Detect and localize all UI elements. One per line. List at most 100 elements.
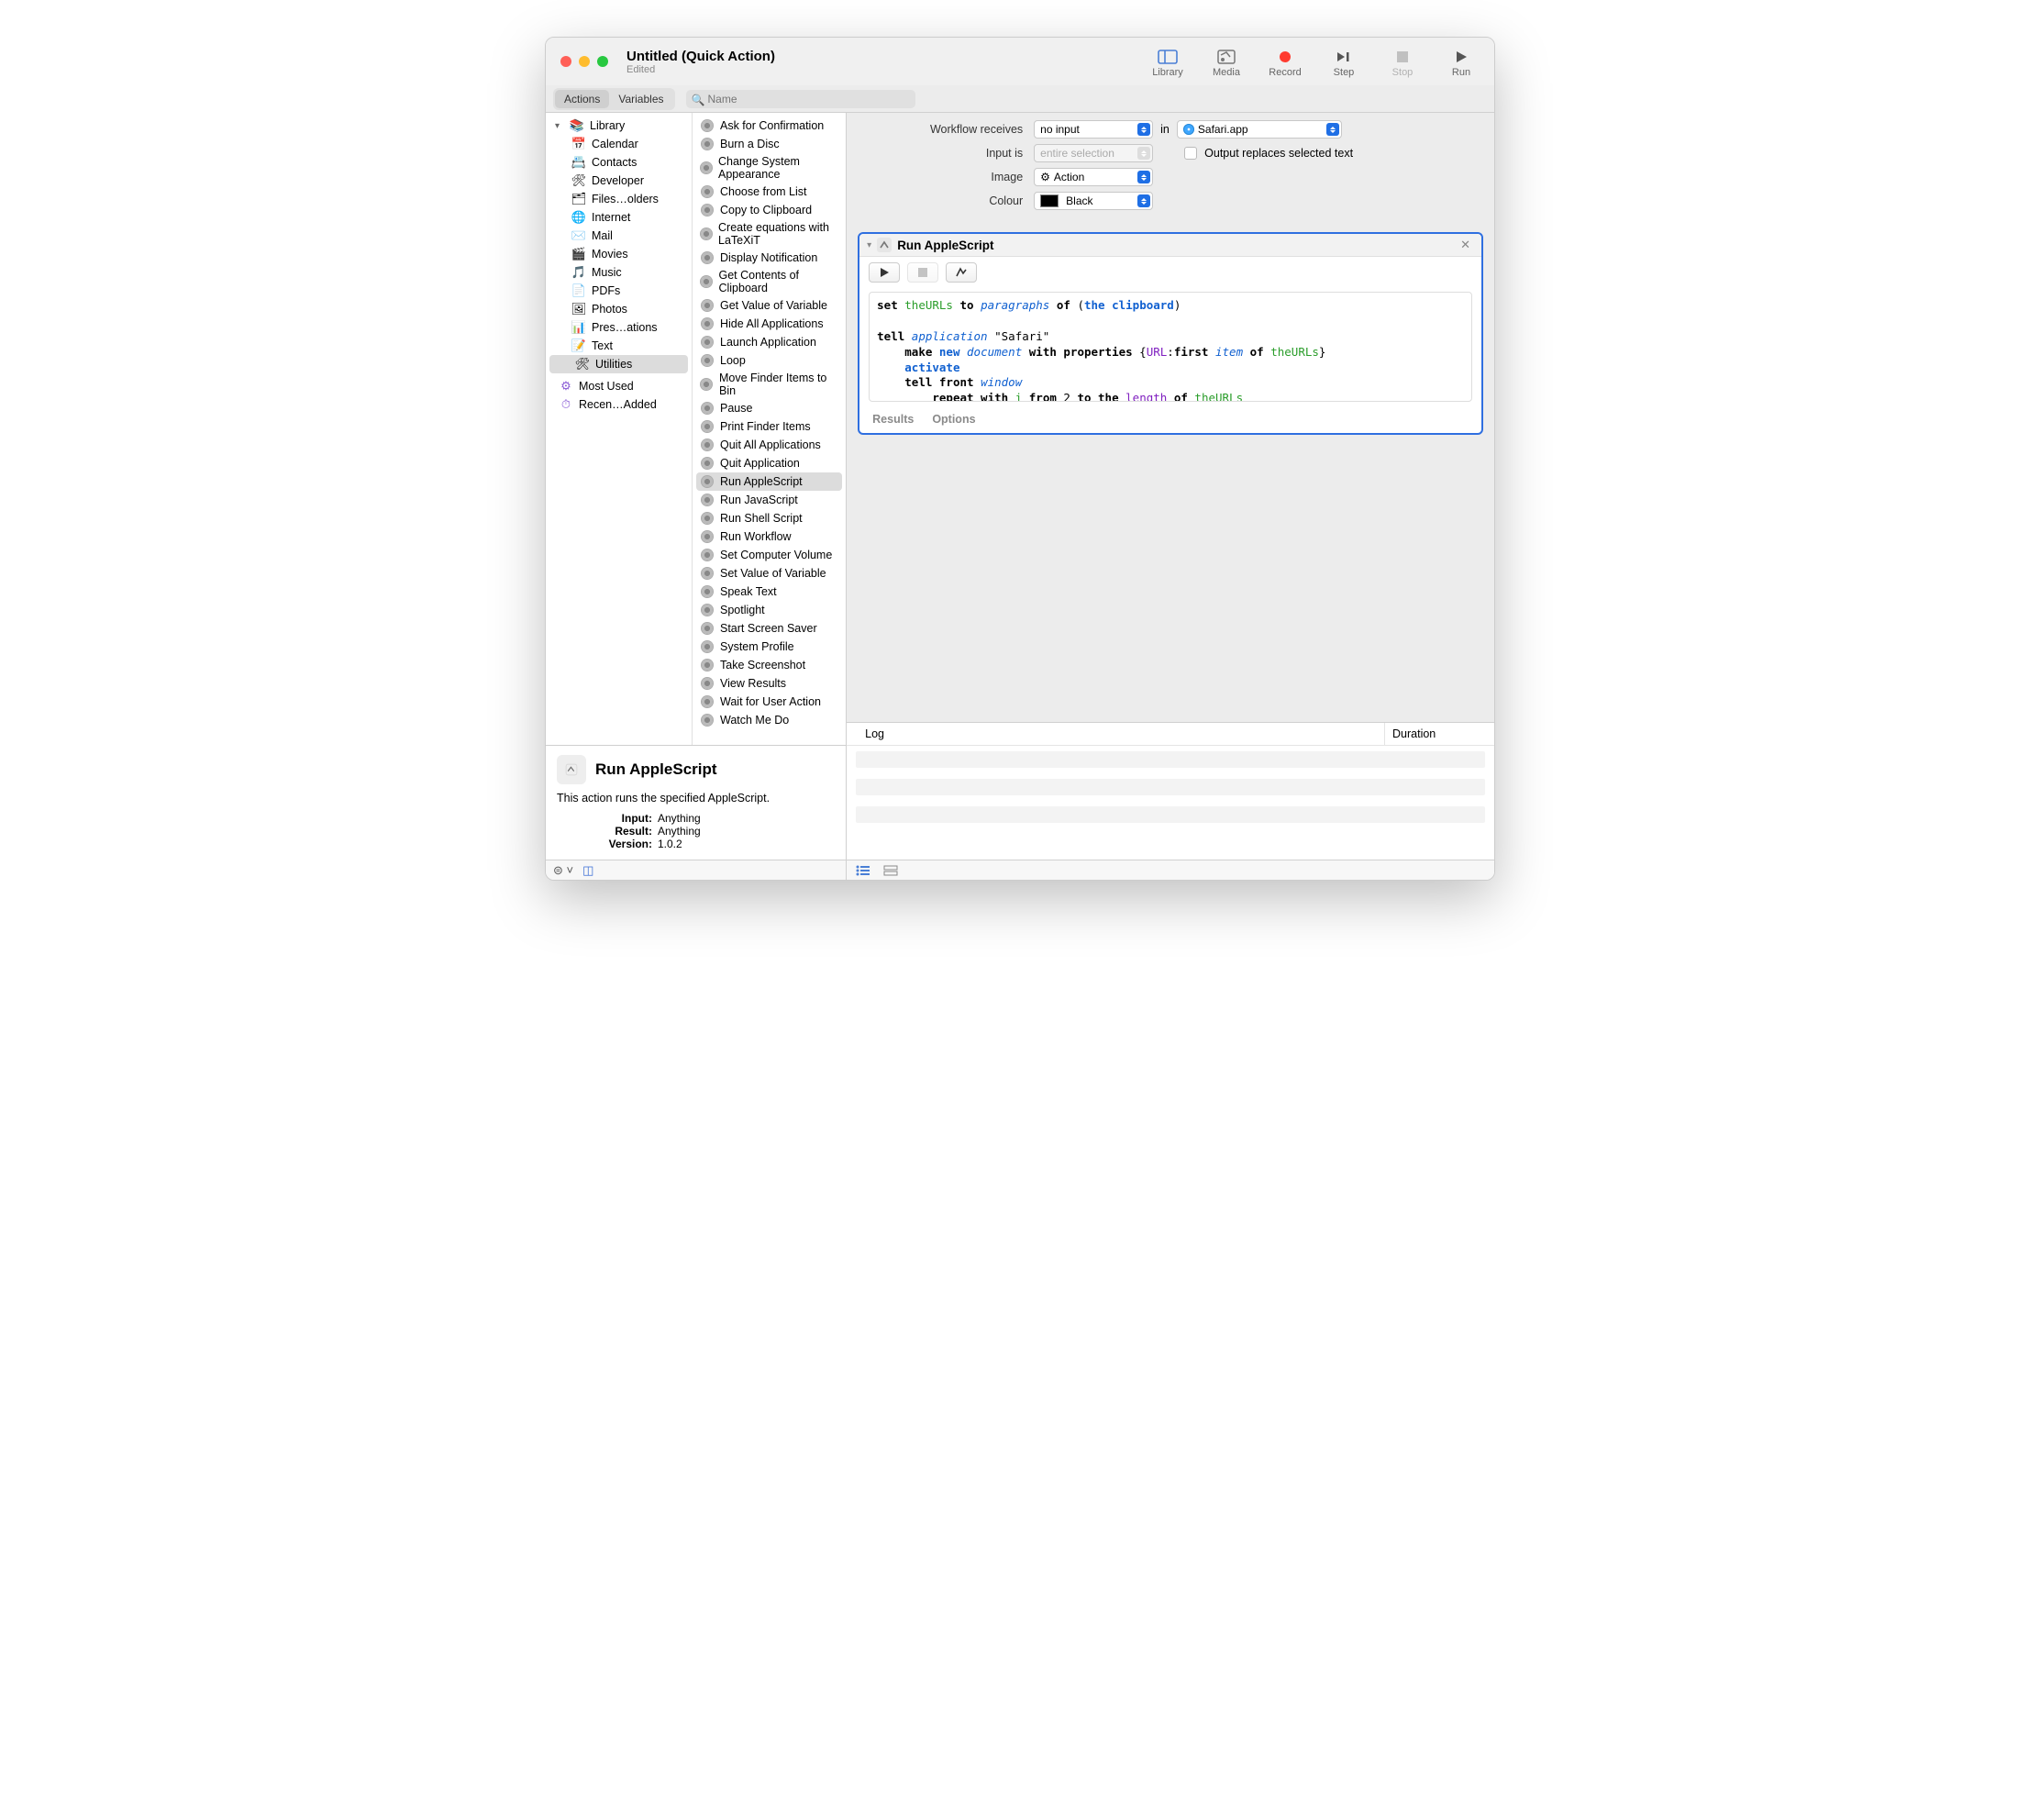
smart-folder-item[interactable]: ⏱Recen…Added [546,395,692,414]
category-item[interactable]: 📊Pres…ations [546,318,692,337]
action-item[interactable]: Get Contents of Clipboard [693,267,846,296]
category-item[interactable]: 📅Calendar [546,135,692,153]
workflow-canvas[interactable]: ▾ Run AppleScript ✕ set theURLs to parag… [847,225,1494,722]
zoom-window-button[interactable] [597,56,608,67]
action-item[interactable]: Start Screen Saver [693,619,846,638]
action-item[interactable]: View Results [693,674,846,693]
script-editor[interactable]: set theURLs to paragraphs of (the clipbo… [869,292,1472,402]
search-field[interactable]: 🔍 [686,90,915,108]
category-item[interactable]: 🛠Utilities [549,355,688,373]
category-item[interactable]: 📄PDFs [546,282,692,300]
run-script-button[interactable] [869,262,900,283]
step-icon [1334,49,1354,65]
in-app-select[interactable]: Safari.app [1177,120,1342,139]
action-item[interactable]: Burn a Disc [693,135,846,153]
action-label: Pause [720,402,752,415]
action-item[interactable]: Launch Application [693,333,846,351]
action-item[interactable]: Set Value of Variable [693,564,846,583]
category-icon: ✉️ [571,228,586,243]
settings-popup-button[interactable]: ⊜ ˅ [553,863,573,878]
options-tab[interactable]: Options [932,413,975,426]
minimize-window-button[interactable] [579,56,590,67]
action-item[interactable]: Create equations with LaTeXiT [693,219,846,249]
action-item[interactable]: Move Finder Items to Bin [693,370,846,399]
action-item[interactable]: Quit All Applications [693,436,846,454]
log-col-log[interactable]: Log [847,723,1384,745]
action-item[interactable]: Hide All Applications [693,315,846,333]
action-label: Run JavaScript [720,494,798,506]
action-item[interactable]: Ask for Confirmation [693,117,846,135]
stop-toolbar-button[interactable]: Stop [1384,49,1421,78]
workflow-header: Workflow receives no input in Safari.app… [847,113,1494,225]
action-label: Quit Application [720,457,800,470]
receives-select[interactable]: no input [1034,120,1153,139]
action-item[interactable]: Display Notification [693,249,846,267]
segment-variables[interactable]: Variables [609,90,672,108]
close-icon[interactable]: ✕ [1457,238,1474,252]
list-view-button[interactable] [856,865,870,876]
action-item[interactable]: Print Finder Items [693,417,846,436]
action-icon [700,353,715,368]
action-item[interactable]: Speak Text [693,583,846,601]
category-list[interactable]: ▾ 📚 Library 📅Calendar📇Contacts🛠Developer… [546,113,693,745]
category-icon: 📅 [571,137,586,151]
toolbar-label: Run [1452,67,1470,78]
action-item[interactable]: Copy to Clipboard [693,201,846,219]
info-result-val: Anything [658,825,701,838]
category-item[interactable]: 📇Contacts [546,153,692,172]
info-result-key: Result: [557,825,658,838]
action-item[interactable]: Watch Me Do [693,711,846,729]
category-item[interactable]: 🛠Developer [546,172,692,190]
action-item[interactable]: Run Workflow [693,527,846,546]
action-item[interactable]: System Profile [693,638,846,656]
log-col-duration[interactable]: Duration [1384,723,1494,745]
library-toolbar-button[interactable]: Library [1149,49,1186,78]
action-icon [700,137,715,151]
smart-folder-item[interactable]: ⚙︎Most Used [546,377,692,395]
action-item[interactable]: Get Value of Variable [693,296,846,315]
category-item[interactable]: 🎵Music [546,263,692,282]
action-item[interactable]: Run Shell Script [693,509,846,527]
image-select[interactable]: ⚙︎Action [1034,168,1153,186]
applescript-icon [877,238,892,252]
run-toolbar-button[interactable]: Run [1443,49,1480,78]
action-item[interactable]: Take Screenshot [693,656,846,674]
category-icon: 📇 [571,155,586,170]
workflow-picker-button[interactable]: ◫ [582,863,593,878]
action-item[interactable]: Spotlight [693,601,846,619]
action-card-header[interactable]: ▾ Run AppleScript ✕ [859,234,1481,257]
action-item[interactable]: Wait for User Action [693,693,846,711]
category-item[interactable]: 🖼Photos [546,300,692,318]
colour-select[interactable]: Black [1034,192,1153,210]
flow-view-button[interactable] [883,865,898,876]
action-item[interactable]: Choose from List [693,183,846,201]
action-label: Quit All Applications [720,438,821,451]
action-list[interactable]: Ask for ConfirmationBurn a DiscChange Sy… [693,113,846,745]
category-item[interactable]: 🗂Files…olders [546,190,692,208]
step-toolbar-button[interactable]: Step [1325,49,1362,78]
action-item[interactable]: Quit Application [693,454,846,472]
category-item[interactable]: 🎬Movies [546,245,692,263]
record-toolbar-button[interactable]: Record [1267,49,1303,78]
output-replaces-checkbox[interactable] [1184,147,1197,160]
segment-actions[interactable]: Actions [555,90,609,108]
results-tab[interactable]: Results [872,413,914,426]
search-input[interactable] [686,90,915,108]
action-item[interactable]: Loop [693,351,846,370]
category-item[interactable]: 🌐Internet [546,208,692,227]
action-item[interactable]: Set Computer Volume [693,546,846,564]
compile-script-button[interactable] [946,262,977,283]
close-window-button[interactable] [560,56,571,67]
action-item[interactable]: Run AppleScript [696,472,842,491]
action-item[interactable]: Change System Appearance [693,153,846,183]
category-item[interactable]: ✉️Mail [546,227,692,245]
library-root[interactable]: ▾ 📚 Library [546,117,692,135]
action-icon [700,713,715,727]
media-toolbar-button[interactable]: Media [1208,49,1245,78]
action-item[interactable]: Run JavaScript [693,491,846,509]
category-item[interactable]: 📝Text [546,337,692,355]
action-item[interactable]: Pause [693,399,846,417]
category-icon: 🛠 [575,357,590,372]
action-card-run-applescript[interactable]: ▾ Run AppleScript ✕ set theURLs to parag… [858,232,1483,435]
chevron-down-icon[interactable]: ▾ [867,240,871,250]
